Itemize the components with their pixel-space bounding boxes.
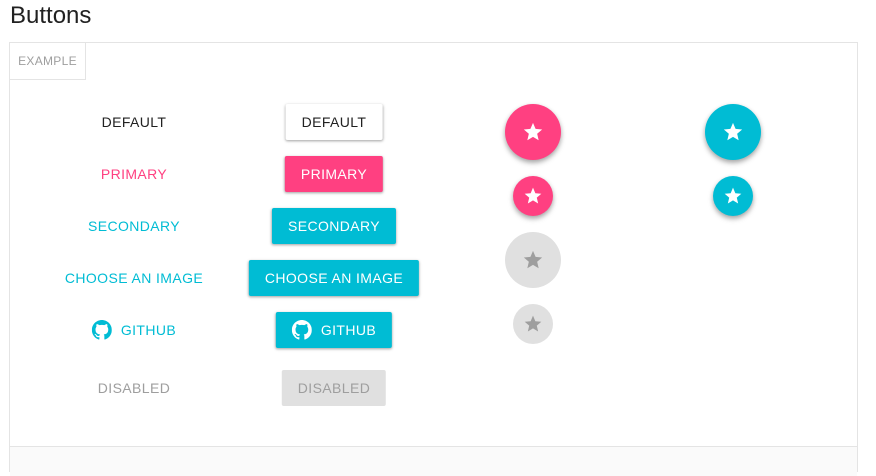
star-icon	[724, 187, 742, 204]
raised-secondary-button[interactable]: SECONDARY	[271, 208, 397, 244]
star-icon	[523, 250, 543, 269]
fab-primary-large-button[interactable]	[505, 104, 561, 160]
example-tab[interactable]: EXAMPLE	[10, 43, 86, 80]
raised-default-button[interactable]: DEFAULT	[285, 104, 383, 140]
flat-secondary-button[interactable]: SECONDARY	[74, 208, 194, 244]
flat-github-label: GITHUB	[120, 322, 177, 338]
page-title: Buttons	[10, 2, 92, 29]
card-footer	[10, 446, 857, 476]
fab-disabled-large-button	[505, 232, 561, 288]
raised-disabled-button: DISABLED	[281, 370, 387, 406]
fab-primary-small-button[interactable]	[513, 176, 553, 216]
row-secondary: SECONDARY SECONDARY	[10, 206, 450, 246]
flat-primary-button[interactable]: PRIMARY	[87, 156, 181, 192]
row-choose-image: CHOOSE AN IMAGE CHOOSE AN IMAGE	[10, 258, 450, 298]
raised-github-label: GITHUB	[320, 322, 377, 338]
github-icon	[291, 320, 312, 340]
example-card: EXAMPLE DEFAULT DEFAULT PRIMARY PRIMARY …	[9, 42, 858, 476]
fab-disabled-small-button	[513, 304, 553, 344]
star-icon	[523, 122, 543, 141]
fab-secondary-large-button[interactable]	[705, 104, 761, 160]
star-icon	[524, 315, 542, 332]
raised-github-button[interactable]: GITHUB	[275, 312, 393, 348]
row-github: GITHUB GITHUB	[10, 310, 450, 350]
row-primary: PRIMARY PRIMARY	[10, 154, 450, 194]
fab-secondary-small-button[interactable]	[713, 176, 753, 216]
flat-github-button[interactable]: GITHUB	[78, 312, 190, 348]
star-icon	[723, 122, 743, 141]
star-icon	[524, 187, 542, 204]
github-icon	[91, 320, 112, 340]
row-default: DEFAULT DEFAULT	[10, 102, 450, 142]
raised-primary-button[interactable]: PRIMARY	[284, 156, 384, 192]
flat-choose-image-button[interactable]: CHOOSE AN IMAGE	[51, 260, 217, 296]
raised-choose-image-button[interactable]: CHOOSE AN IMAGE	[248, 260, 420, 296]
row-disabled: DISABLED DISABLED	[10, 368, 450, 408]
flat-disabled-button: DISABLED	[97, 380, 171, 396]
flat-default-button[interactable]: DEFAULT	[88, 104, 181, 140]
